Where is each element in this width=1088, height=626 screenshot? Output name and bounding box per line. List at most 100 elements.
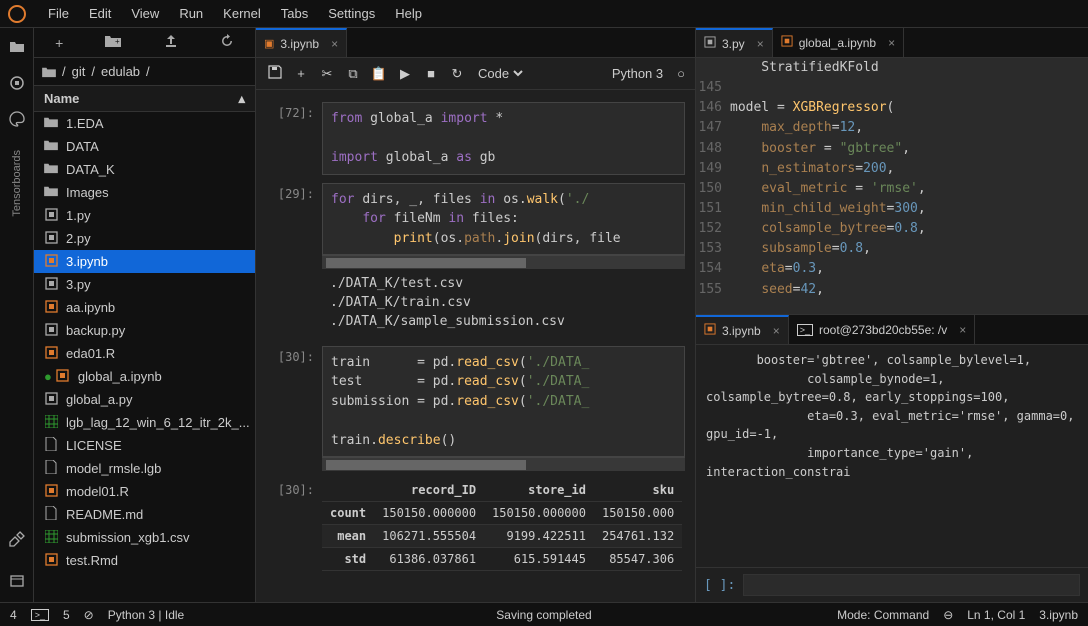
- editor-line[interactable]: 147 max_depth=12,: [696, 118, 1088, 138]
- tabs-icon[interactable]: [8, 572, 26, 590]
- kernel-name[interactable]: Python 3: [612, 66, 663, 81]
- editor-line[interactable]: 148 booster = "gbtree",: [696, 139, 1088, 159]
- tab-3-ipynb[interactable]: ▣ 3.ipynb ×: [256, 28, 347, 57]
- file-item[interactable]: lgb_lag_12_win_6_12_itr_2k_...: [34, 411, 255, 434]
- notebook-cell[interactable]: [72]:from global_a import * import globa…: [256, 102, 695, 175]
- kernel-status[interactable]: Python 3 | Idle: [108, 608, 185, 622]
- file-item[interactable]: eda01.R: [34, 342, 255, 365]
- close-icon[interactable]: ×: [757, 37, 764, 51]
- close-icon[interactable]: ×: [888, 36, 895, 50]
- file-item[interactable]: test.Rmd: [34, 549, 255, 572]
- save-button[interactable]: [266, 65, 284, 82]
- paste-button[interactable]: 📋: [370, 66, 388, 82]
- menu-run[interactable]: Run: [169, 2, 213, 25]
- new-launcher-button[interactable]: +: [55, 35, 63, 51]
- folder-icon: [44, 116, 58, 131]
- tab-3-ipynb[interactable]: 3.ipynb×: [696, 315, 789, 344]
- r-icon: [44, 346, 58, 362]
- add-cell-button[interactable]: +: [292, 66, 310, 81]
- code-editor[interactable]: from global_a import * import global_a a…: [322, 102, 685, 175]
- cell-prompt: [30]:: [266, 346, 322, 472]
- menu-kernel[interactable]: Kernel: [213, 2, 271, 25]
- file-item[interactable]: LICENSE: [34, 434, 255, 457]
- breadcrumb[interactable]: / git / edulab /: [34, 58, 255, 86]
- file-item[interactable]: global_a.py: [34, 388, 255, 411]
- notification-icon[interactable]: ⊖: [943, 608, 953, 622]
- text-editor[interactable]: StratifiedKFold145146model = XGBRegresso…: [696, 58, 1088, 314]
- running-icon[interactable]: [8, 74, 26, 92]
- file-item[interactable]: 1.EDA: [34, 112, 255, 135]
- breadcrumb-seg[interactable]: edulab: [101, 64, 140, 79]
- file-item[interactable]: 1.py: [34, 204, 255, 227]
- file-item[interactable]: model_rmsle.lgb: [34, 457, 255, 480]
- file-list-header[interactable]: Name ▴: [34, 86, 255, 112]
- menu-help[interactable]: Help: [385, 2, 432, 25]
- horizontal-scrollbar[interactable]: [322, 255, 685, 269]
- menu-settings[interactable]: Settings: [318, 2, 385, 25]
- tab-3-py[interactable]: 3.py ×: [696, 28, 773, 57]
- editor-line[interactable]: 146model = XGBRegressor(: [696, 98, 1088, 118]
- breadcrumb-seg[interactable]: git: [72, 64, 86, 79]
- tools-icon[interactable]: [8, 530, 26, 548]
- file-item[interactable]: backup.py: [34, 319, 255, 342]
- file-item[interactable]: submission_xgb1.csv: [34, 526, 255, 549]
- editor-line[interactable]: 153 subsample=0.8,: [696, 239, 1088, 259]
- new-folder-button[interactable]: +: [105, 34, 121, 51]
- horizontal-scrollbar[interactable]: [322, 457, 685, 471]
- palette-icon[interactable]: [8, 110, 26, 128]
- editor-line[interactable]: 151 min_child_weight=300,: [696, 199, 1088, 219]
- column-name: Name: [44, 91, 79, 106]
- file-item[interactable]: Images: [34, 181, 255, 204]
- menu-edit[interactable]: Edit: [79, 2, 121, 25]
- tab-global_a-ipynb[interactable]: global_a.ipynb×: [773, 28, 904, 57]
- notebook-cell[interactable]: [30]:train = pd.read_csv('./DATA_ test =…: [256, 346, 695, 472]
- csv-icon: [44, 415, 58, 431]
- file-name: DATA_K: [66, 162, 115, 177]
- upload-button[interactable]: [164, 34, 178, 51]
- close-icon[interactable]: ×: [959, 323, 966, 337]
- editor-line[interactable]: 154 eta=0.3,: [696, 259, 1088, 279]
- tab-label: 3.py: [722, 37, 745, 51]
- editor-line[interactable]: 150 eval_metric = 'rmse',: [696, 179, 1088, 199]
- status-left-2: 5: [63, 608, 70, 622]
- file-item[interactable]: ●global_a.ipynb: [34, 365, 255, 388]
- code-editor[interactable]: for dirs, _, files in os.walk('./ for fi…: [322, 183, 685, 256]
- file-item[interactable]: DATA_K: [34, 158, 255, 181]
- editor-line[interactable]: 155 seed=42,: [696, 280, 1088, 300]
- gutter: 147: [696, 118, 730, 138]
- refresh-button[interactable]: [220, 34, 234, 51]
- file-name: submission_xgb1.csv: [66, 530, 190, 545]
- terminal-icon[interactable]: >_: [31, 609, 49, 621]
- notebook-cell[interactable]: [29]:for dirs, _, files in os.walk('./ f…: [256, 183, 695, 338]
- nb-icon: [44, 254, 58, 270]
- menu-view[interactable]: View: [121, 2, 169, 25]
- stop-button[interactable]: ■: [422, 66, 440, 81]
- notebook-output-preview: booster='gbtree', colsample_bylevel=1, c…: [696, 345, 1088, 567]
- file-item[interactable]: DATA: [34, 135, 255, 158]
- close-icon[interactable]: ×: [331, 37, 338, 51]
- file-item[interactable]: model01.R: [34, 480, 255, 503]
- copy-button[interactable]: ⧉: [344, 66, 362, 82]
- file-item[interactable]: 3.py: [34, 273, 255, 296]
- file-item[interactable]: 2.py: [34, 227, 255, 250]
- tab-root-273bd20cb55e-v[interactable]: >_root@273bd20cb55e: /v×: [789, 315, 976, 344]
- editor-line[interactable]: 152 colsample_bytree=0.8,: [696, 219, 1088, 239]
- menubar: FileEditViewRunKernelTabsSettingsHelp: [0, 0, 1088, 28]
- gutter: 145: [696, 78, 730, 98]
- file-item[interactable]: README.md: [34, 503, 255, 526]
- menu-tabs[interactable]: Tabs: [271, 2, 318, 25]
- folder-icon[interactable]: [8, 38, 26, 56]
- cell-prompt: [72]:: [266, 102, 322, 175]
- code-editor[interactable]: train = pd.read_csv('./DATA_ test = pd.r…: [322, 346, 685, 458]
- file-item[interactable]: aa.ipynb: [34, 296, 255, 319]
- restart-button[interactable]: ↻: [448, 66, 466, 82]
- lsp-icon[interactable]: ⊘: [84, 608, 94, 622]
- cut-button[interactable]: ✂: [318, 66, 336, 82]
- cell-type-select[interactable]: Code: [474, 65, 526, 82]
- close-icon[interactable]: ×: [773, 324, 780, 338]
- code-input[interactable]: [743, 574, 1080, 596]
- menu-file[interactable]: File: [38, 2, 79, 25]
- file-item[interactable]: 3.ipynb: [34, 250, 255, 273]
- editor-line[interactable]: 149 n_estimators=200,: [696, 159, 1088, 179]
- run-button[interactable]: ▶: [396, 66, 414, 82]
